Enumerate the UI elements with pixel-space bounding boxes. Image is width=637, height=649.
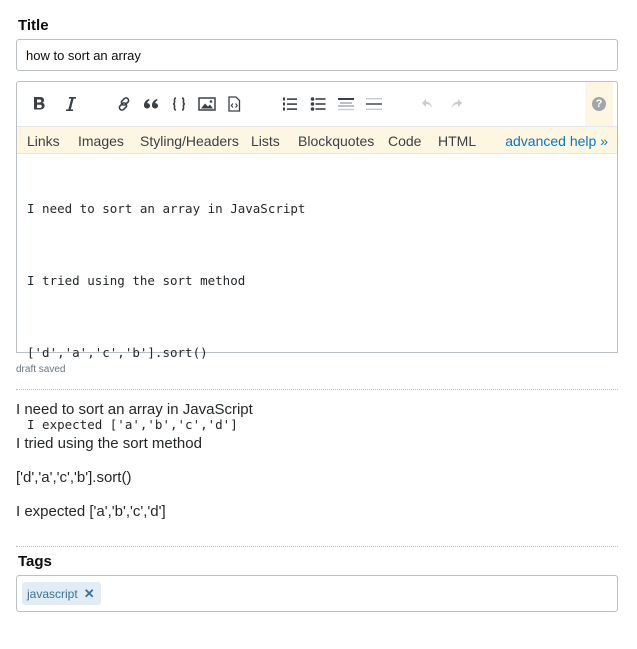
image-button[interactable] <box>196 93 218 115</box>
help-link-lists[interactable]: Lists <box>251 133 280 149</box>
heading-icon <box>337 96 355 112</box>
italic-button[interactable] <box>60 93 82 115</box>
link-icon <box>116 96 132 112</box>
help-link-links[interactable]: Links <box>27 133 60 149</box>
divider <box>16 389 618 390</box>
help-icon[interactable]: ? <box>592 97 606 111</box>
italic-icon <box>64 96 78 112</box>
editor-help-area: ? <box>585 82 613 126</box>
title-input[interactable] <box>16 39 618 71</box>
quote-icon <box>143 97 159 111</box>
editor-toolbar: ? <box>17 82 617 126</box>
editor-line: I need to sort an array in JavaScript <box>27 201 306 216</box>
remove-tag-icon[interactable]: ✕ <box>84 586 95 602</box>
redo-button[interactable] <box>445 93 467 115</box>
bulleted-list-button[interactable] <box>307 93 329 115</box>
link-button[interactable] <box>113 93 135 115</box>
blockquote-button[interactable] <box>140 93 162 115</box>
tag-label: javascript <box>27 586 78 601</box>
divider <box>16 546 618 547</box>
help-link-images[interactable]: Images <box>78 133 124 149</box>
help-link-html[interactable]: HTML <box>438 133 476 149</box>
preview-paragraph: I expected ['a','b','c','d'] <box>16 503 166 520</box>
draft-saved-status: draft saved <box>16 364 66 375</box>
bulleted-list-icon <box>310 96 326 112</box>
horizontal-rule-button[interactable] <box>363 93 385 115</box>
post-editor: ? Links Images Styling/Headers Lists Blo… <box>16 81 618 432</box>
snippet-button[interactable] <box>223 93 245 115</box>
ordered-list-button[interactable] <box>279 93 301 115</box>
help-link-blockquotes[interactable]: Blockquotes <box>298 133 374 149</box>
bold-icon <box>32 96 46 112</box>
advanced-help-link[interactable]: advanced help » <box>505 133 608 149</box>
editor-line: I tried using the sort method <box>27 273 246 288</box>
help-link-code[interactable]: Code <box>388 133 421 149</box>
bold-button[interactable] <box>28 93 50 115</box>
tag-javascript[interactable]: javascript ✕ <box>22 582 101 605</box>
preview-paragraph: ['d','a','c','b'].sort() <box>16 469 132 486</box>
code-braces-icon <box>171 96 187 112</box>
editor-line: ['d','a','c','b'].sort() <box>27 345 208 360</box>
undo-button[interactable] <box>417 93 439 115</box>
snippet-icon <box>227 96 241 112</box>
help-link-styling-headers[interactable]: Styling/Headers <box>140 133 239 149</box>
image-icon <box>198 96 216 112</box>
tags-label: Tags <box>18 553 52 570</box>
preview-paragraph: I need to sort an array in JavaScript <box>16 401 253 418</box>
heading-button[interactable] <box>335 93 357 115</box>
code-button[interactable] <box>168 93 190 115</box>
post-preview: I need to sort an array in JavaScript I … <box>16 400 618 536</box>
horizontal-rule-icon <box>365 96 383 112</box>
help-bar: Links Images Styling/Headers Lists Block… <box>17 126 617 154</box>
editor-textarea[interactable]: I need to sort an array in JavaScript I … <box>17 154 617 432</box>
ordered-list-icon <box>282 96 298 112</box>
undo-icon <box>421 97 435 111</box>
preview-paragraph: I tried using the sort method <box>16 435 202 452</box>
redo-icon <box>449 97 463 111</box>
tags-input[interactable]: javascript ✕ <box>16 575 618 612</box>
title-label: Title <box>18 17 49 34</box>
